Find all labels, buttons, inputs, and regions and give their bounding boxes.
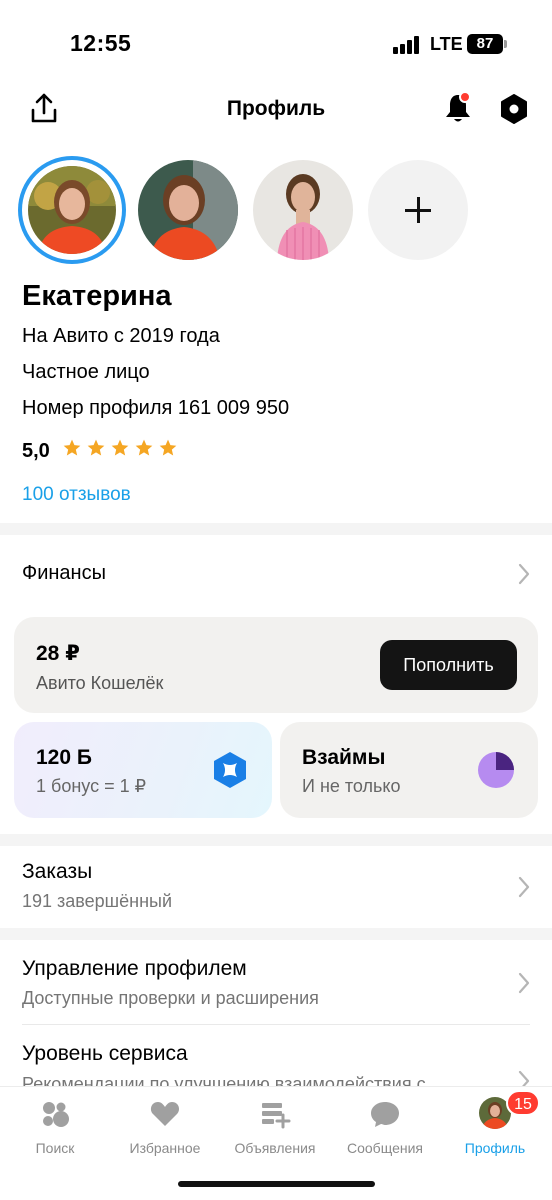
profile-management-row[interactable]: Управление профилем Доступные проверки и… (0, 940, 552, 1024)
tab-label: Профиль (464, 1140, 526, 1156)
tab-listings[interactable]: Объявления (220, 1095, 330, 1163)
wallet-card[interactable]: 28 ₽ Авито Кошелёк Пополнить (14, 617, 538, 713)
home-indicator (178, 1181, 375, 1187)
status-bar: 12:55 LTE 87 (0, 0, 552, 90)
battery-icon: 87 (467, 34, 507, 54)
profile-management-subtitle: Доступные проверки и расширения (22, 988, 319, 1008)
finance-title: Финансы (22, 562, 106, 584)
avatar[interactable] (253, 160, 353, 260)
avatar[interactable] (138, 160, 238, 260)
chevron-right-icon (518, 876, 530, 898)
chat-bubble-icon (371, 1102, 399, 1127)
bonus-hexagon-icon (214, 752, 246, 788)
orders-subtitle: 191 завершённый (22, 891, 173, 911)
header: Профиль (0, 88, 552, 132)
tab-search[interactable]: Поиск (0, 1095, 110, 1163)
account-type: Частное лицо (22, 361, 150, 383)
orders-row[interactable]: Заказы 191 завершённый (0, 846, 552, 928)
chevron-right-icon (518, 972, 530, 994)
section-separator (0, 523, 552, 535)
star-icon (87, 439, 105, 456)
network-type: LTE (430, 34, 463, 54)
bonus-rate: 1 бонус = 1 ₽ (36, 776, 147, 796)
service-level-row[interactable]: Уровень сервиса Рекомендации по улучшени… (0, 1025, 552, 1086)
listings-add-icon (262, 1103, 291, 1129)
loans-subtitle: И не только (302, 776, 401, 796)
bonus-card[interactable]: 120 Б 1 бонус = 1 ₽ (14, 722, 272, 818)
tab-label: Объявления (234, 1140, 316, 1156)
profile-management-title: Управление профилем (22, 957, 247, 980)
service-level-subtitle: Рекомендации по улучшению взаимодействия… (22, 1074, 426, 1086)
notification-badge: 15 (506, 1090, 540, 1116)
topup-button[interactable]: Пополнить (380, 640, 517, 690)
profile-number: Номер профиля 161 009 950 (22, 397, 290, 419)
rating-value: 5,0 (22, 440, 50, 462)
profile-name: Екатерина (22, 280, 172, 312)
add-avatar-button[interactable] (368, 160, 468, 260)
tab-label: Поиск (35, 1140, 75, 1156)
heart-icon (150, 1102, 180, 1126)
loans-card[interactable]: Взаймы И не только (280, 722, 538, 818)
loans-title: Взаймы (302, 746, 386, 769)
member-since: На Авито с 2019 года (22, 325, 220, 347)
star-icon (159, 439, 177, 456)
star-icon (63, 439, 81, 456)
gear-icon[interactable] (497, 92, 531, 126)
avatar[interactable] (22, 160, 122, 260)
wallet-amount: 28 ₽ (36, 642, 80, 665)
section-separator (0, 928, 552, 940)
status-time: 12:55 (70, 30, 132, 56)
signal-icon (393, 36, 421, 54)
orders-title: Заказы (22, 860, 93, 883)
tab-label: Сообщения (347, 1140, 423, 1156)
tab-favorites[interactable]: Избранное (110, 1095, 220, 1163)
finance-row[interactable]: Финансы (0, 540, 552, 604)
tab-label: Избранное (129, 1140, 201, 1156)
star-icon (135, 439, 153, 456)
reviews-link[interactable]: 100 отзывов (22, 484, 131, 506)
loans-pie-icon (478, 752, 514, 788)
chevron-right-icon (518, 1070, 530, 1086)
section-separator (0, 834, 552, 846)
tab-messages[interactable]: Сообщения (330, 1095, 440, 1163)
bell-icon[interactable] (442, 90, 474, 126)
wallet-label: Авито Кошелёк (36, 673, 164, 693)
rating-stars (62, 438, 182, 463)
star-icon (111, 439, 129, 456)
chevron-right-icon (518, 563, 530, 585)
service-level-title: Уровень сервиса (22, 1042, 188, 1065)
search-dots-icon (43, 1102, 69, 1127)
bonus-amount: 120 Б (36, 746, 92, 769)
